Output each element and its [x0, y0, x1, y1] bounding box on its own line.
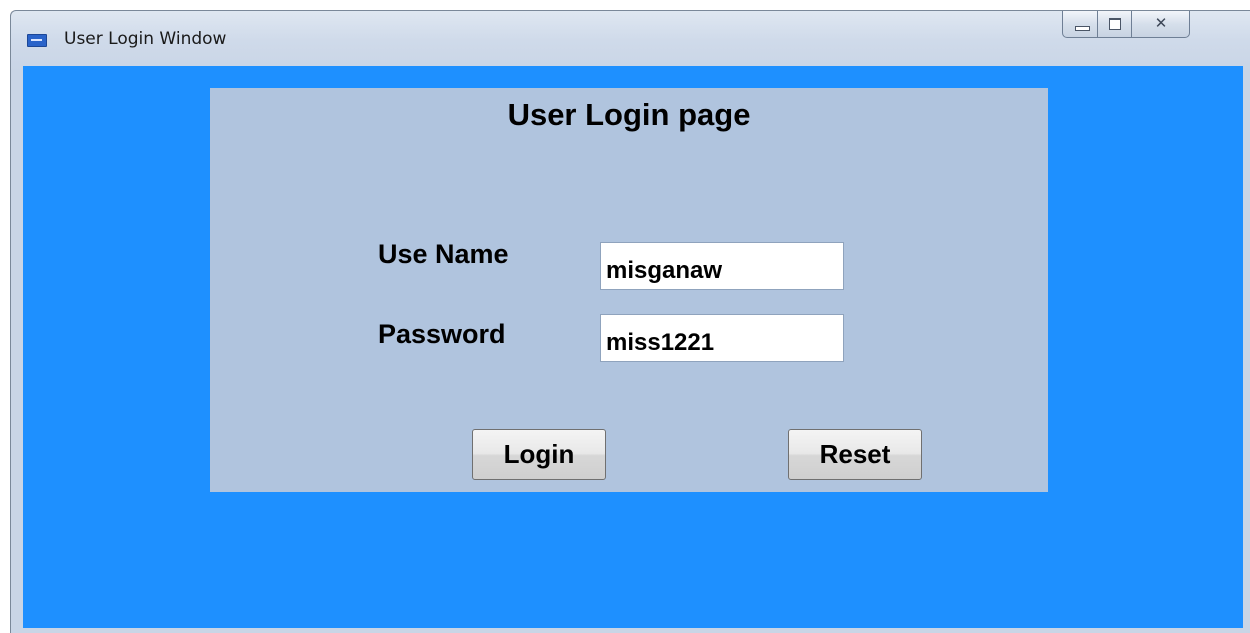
password-label: Password [378, 319, 506, 349]
caption-buttons: ✕ [1062, 11, 1242, 38]
maximize-button[interactable] [1098, 11, 1132, 38]
title-bar[interactable]: User Login Window ✕ [11, 11, 1250, 61]
maximize-icon [1109, 18, 1121, 30]
window-title: User Login Window [64, 29, 227, 49]
minimize-icon [1075, 26, 1090, 31]
reset-button[interactable]: Reset [788, 429, 922, 480]
minimize-button[interactable] [1062, 11, 1098, 38]
page-title: User Login page [507, 97, 751, 132]
close-button[interactable]: ✕ [1132, 11, 1190, 38]
client-area: User Login page Use Name Password Login … [23, 66, 1243, 628]
login-panel: User Login page Use Name Password Login … [210, 88, 1048, 492]
login-button[interactable]: Login [472, 429, 606, 480]
username-label: Use Name [378, 239, 509, 269]
close-icon: ✕ [1154, 14, 1168, 32]
username-input[interactable] [600, 242, 844, 290]
app-window-icon [27, 34, 47, 47]
password-input[interactable] [600, 314, 844, 362]
login-window: User Login Window ✕ User Login page Use … [10, 10, 1250, 633]
